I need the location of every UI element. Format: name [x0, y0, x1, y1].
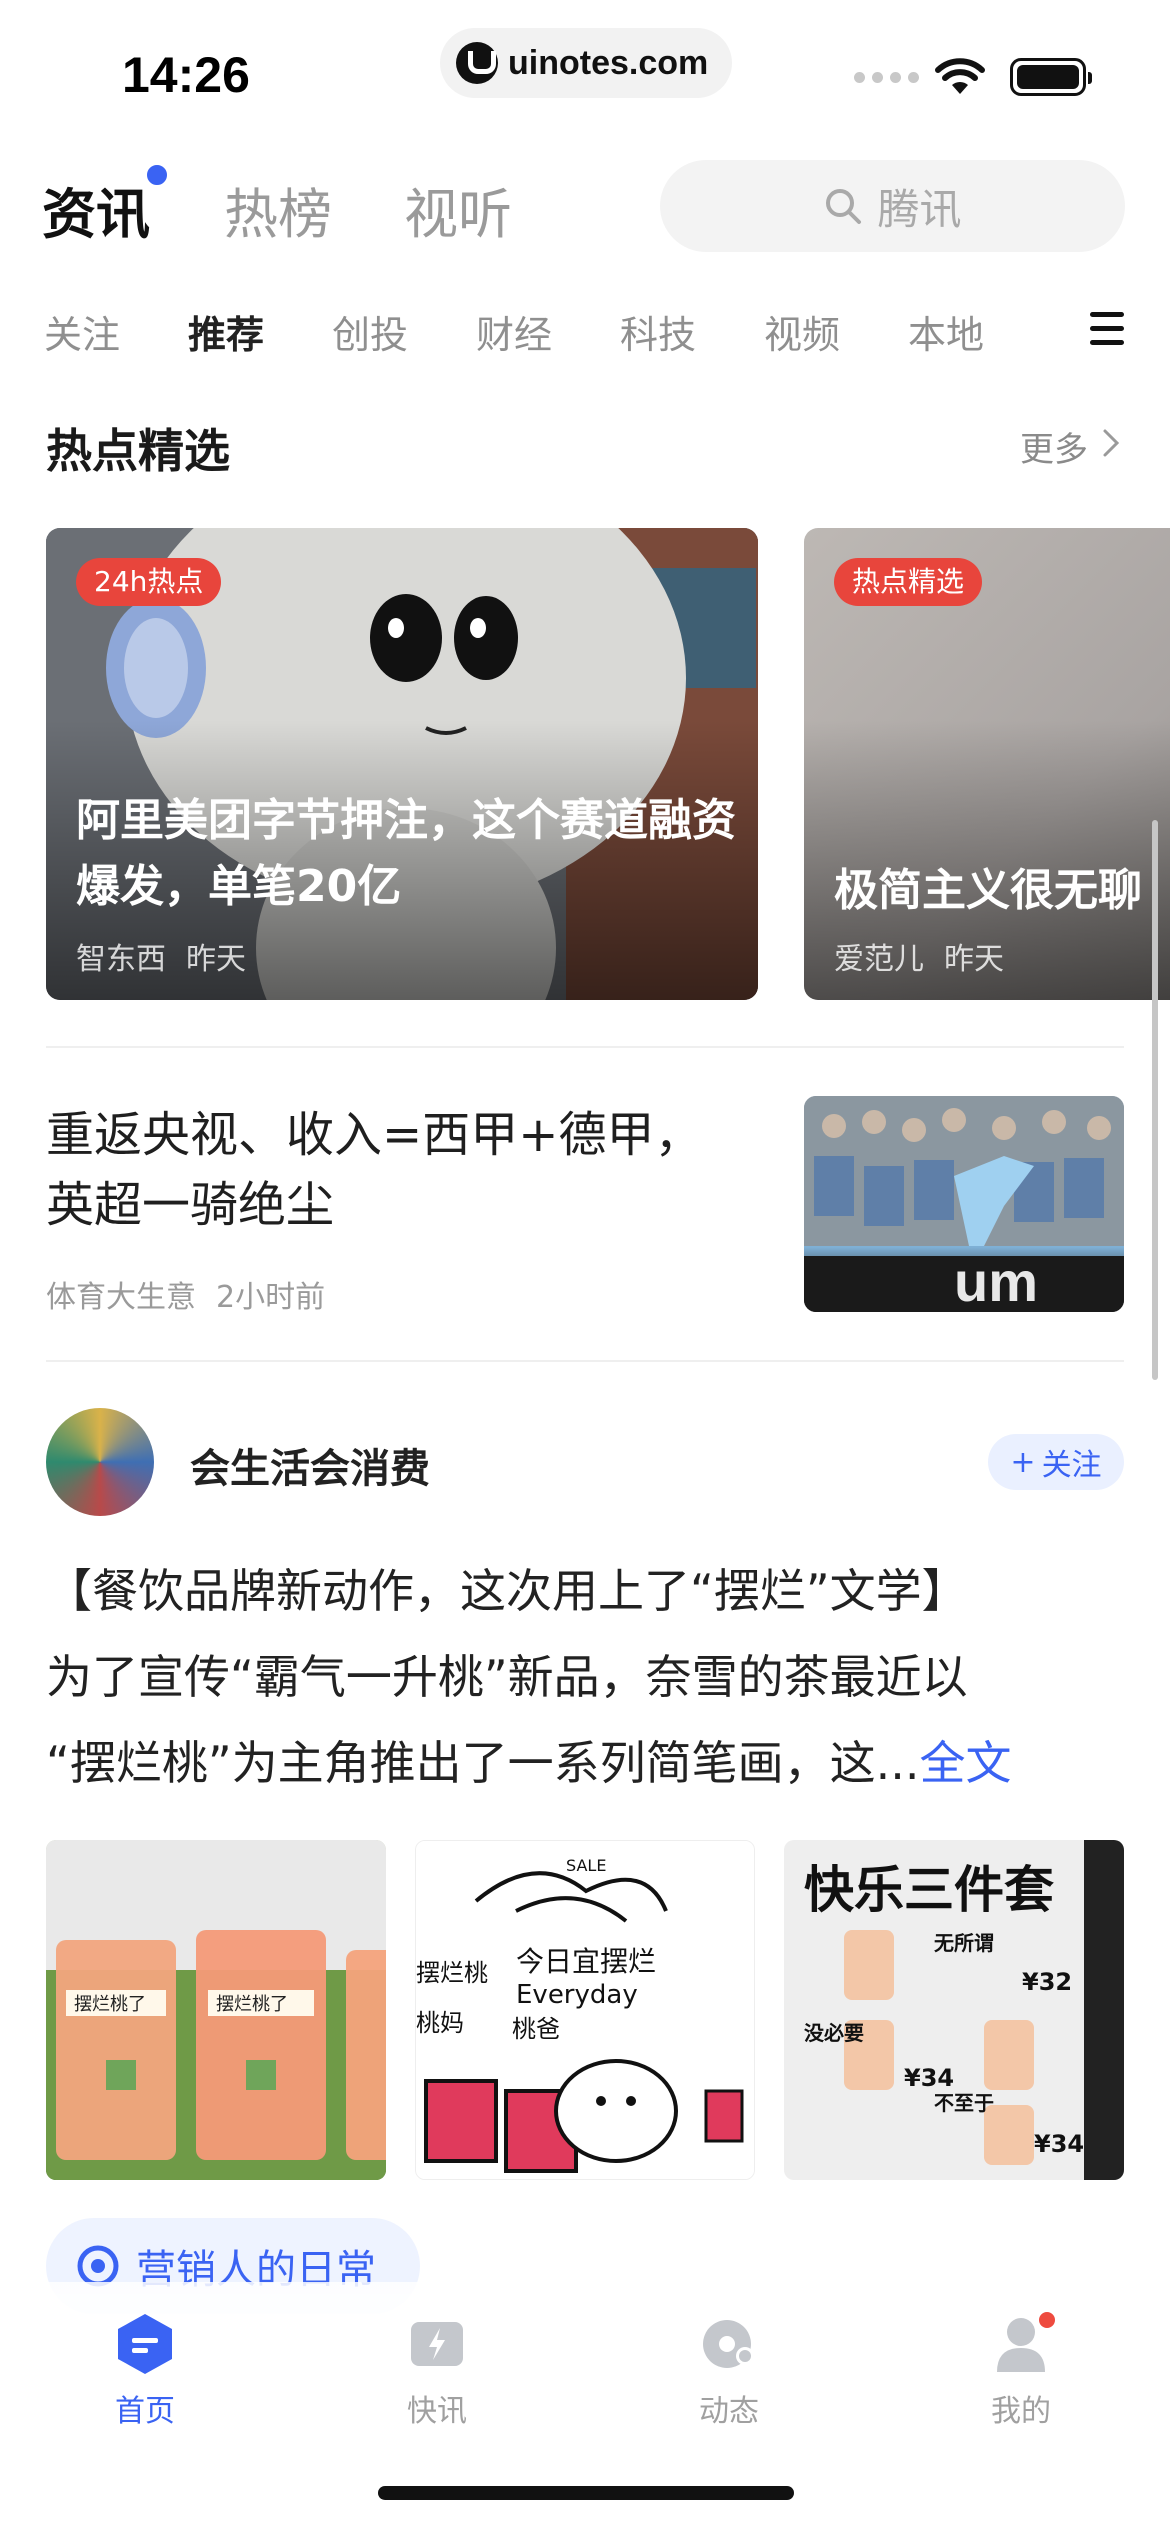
chevron-right-icon	[1103, 429, 1120, 457]
post-line: 为了宣传“霸气一升桃”新品，奈雪的茶最近以	[46, 1650, 968, 1704]
tab-feed[interactable]: 动态	[649, 2312, 809, 2430]
home-icon	[118, 2314, 172, 2374]
card-title: 阿里美团字节押注，这个赛道融资爆发，单笔20亿	[76, 795, 736, 912]
full-text-link[interactable]: 全文	[920, 1736, 1012, 1790]
hot-badge: 24h热点	[76, 558, 222, 606]
plus-icon: +	[1010, 1444, 1036, 1480]
tab-label: 动态	[699, 2394, 759, 2429]
category-follow[interactable]: 关注	[44, 304, 120, 359]
tab-label: 首页	[115, 2394, 175, 2429]
tab-me[interactable]: 我的	[941, 2312, 1101, 2430]
news-meta: 体育大生意 2小时前	[46, 1272, 325, 1316]
category-recommend[interactable]: 推荐	[188, 304, 264, 359]
status-bar: 14:26 uinotes.com	[0, 0, 1170, 150]
author-name[interactable]: 会生活会消费	[190, 1436, 430, 1494]
svg-text:SALE: SALE	[566, 1856, 606, 1875]
cellular-signal-icon	[854, 72, 919, 83]
section-title: 热点精选	[46, 424, 230, 478]
wifi-icon	[935, 58, 985, 94]
price-label: ¥32	[1022, 1968, 1073, 1996]
category-tabs: 关注 推荐 创投 财经 科技 视频 本地	[0, 300, 1170, 360]
card-source: 爱范儿	[834, 942, 924, 977]
svg-text:um: um	[954, 1250, 1038, 1312]
card-source: 智东西	[76, 942, 166, 977]
news-title[interactable]: 重返央视、收入=西甲+德甲， 英超一骑绝尘	[46, 1100, 746, 1240]
hot-card[interactable]: 热点精选 极简主义很无聊 爱范儿 昨天	[804, 528, 1170, 1000]
tab-news[interactable]: 资讯	[42, 170, 150, 249]
post-text[interactable]: 【餐饮品牌新动作，这次用上了“摆烂”文学】 为了宣传“霸气一升桃”新品，奈雪的茶…	[46, 1548, 1124, 1806]
svg-text:今日宜摆烂: 今日宜摆烂	[516, 1945, 656, 1978]
follow-button[interactable]: + 关注	[988, 1434, 1124, 1490]
site-logo-icon	[456, 42, 498, 84]
category-venture[interactable]: 创投	[332, 304, 408, 359]
svg-text:不至于: 不至于	[934, 2091, 994, 2115]
svg-text:Everyday: Everyday	[516, 1980, 638, 2010]
card-meta: 爱范儿 昨天	[834, 934, 1004, 978]
home-indicator[interactable]	[378, 2486, 794, 2500]
post-image[interactable]: 摆烂桃了 摆烂桃了	[46, 1840, 386, 2180]
svg-text:摆烂桃了: 摆烂桃了	[74, 1994, 146, 2015]
divider	[46, 1046, 1124, 1048]
svg-text:桃妈: 桃妈	[416, 2009, 464, 2037]
news-title-line: 英超一骑绝尘	[46, 1177, 335, 1233]
news-thumbnail[interactable]: um	[804, 1096, 1124, 1312]
post-image[interactable]: 快乐三件套 无所谓 没必要 不至于 ¥32 ¥34 ¥34	[784, 1840, 1124, 2180]
price-label: ¥34	[1034, 2130, 1085, 2158]
search-input[interactable]: 腾讯	[660, 160, 1125, 252]
category-tech[interactable]: 科技	[620, 304, 696, 359]
price-label: ¥34	[904, 2064, 955, 2092]
news-source: 体育大生意	[46, 1280, 196, 1315]
tab-label: 我的	[991, 2394, 1051, 2429]
tab-flash[interactable]: 快讯	[357, 2312, 517, 2430]
flash-news-icon	[411, 2322, 463, 2366]
avatar[interactable]	[46, 1408, 154, 1516]
tab-home[interactable]: 首页	[65, 2312, 225, 2430]
tab-label: 快讯	[407, 2394, 467, 2429]
search-icon	[826, 189, 862, 224]
tab-media[interactable]: 视听	[404, 170, 512, 249]
svg-text:没必要: 没必要	[804, 2021, 864, 2045]
notification-dot	[1039, 2312, 1055, 2328]
post-image[interactable]: SALE 今日宜摆烂 Everyday 摆烂桃 桃妈 桃爸	[415, 1840, 755, 2180]
category-video[interactable]: 视频	[764, 304, 840, 359]
post-line: 【餐饮品牌新动作，这次用上了“摆烂”文学】	[46, 1564, 968, 1618]
hot-card[interactable]: 24h热点 阿里美团字节押注，这个赛道融资爆发，单笔20亿 智东西 昨天	[46, 528, 758, 1000]
url-pill[interactable]: uinotes.com	[440, 28, 732, 98]
card-time: 昨天	[186, 942, 246, 977]
svg-text:摆烂桃: 摆烂桃	[416, 1959, 488, 1987]
top-nav: 资讯 热榜 视听 腾讯	[0, 160, 1170, 260]
hot-badge: 热点精选	[834, 558, 983, 606]
category-finance[interactable]: 财经	[476, 304, 552, 359]
post-line: “摆烂桃”为主角推出了一系列简笔画，这...全文	[46, 1720, 1124, 1806]
post-line-text: “摆烂桃”为主角推出了一系列简笔画，这...	[46, 1736, 920, 1790]
unread-dot	[142, 160, 172, 190]
menu-icon[interactable]	[1090, 312, 1124, 354]
card-title: 极简主义很无聊	[834, 865, 1142, 916]
category-local[interactable]: 本地	[908, 304, 984, 359]
svg-text:桃爸: 桃爸	[512, 2015, 560, 2043]
feed-icon	[703, 2320, 754, 2368]
battery-icon	[1010, 58, 1092, 96]
news-time: 2小时前	[216, 1280, 326, 1315]
svg-text:摆烂桃了: 摆烂桃了	[216, 1994, 288, 2015]
more-link[interactable]: 更多	[1020, 422, 1088, 471]
card-meta: 智东西 昨天	[76, 934, 246, 978]
scrollbar[interactable]	[1152, 820, 1158, 1380]
card-time: 昨天	[944, 942, 1004, 977]
svg-text:无所谓: 无所谓	[934, 1931, 994, 1955]
divider	[46, 1360, 1124, 1362]
url-text: uinotes.com	[508, 43, 709, 82]
status-time: 14:26	[122, 47, 250, 103]
tab-hot-list[interactable]: 热榜	[224, 170, 332, 249]
search-placeholder: 腾讯	[877, 184, 962, 234]
news-title-line: 重返央视、收入=西甲+德甲，	[46, 1107, 703, 1163]
follow-label: 关注	[1041, 1448, 1102, 1483]
